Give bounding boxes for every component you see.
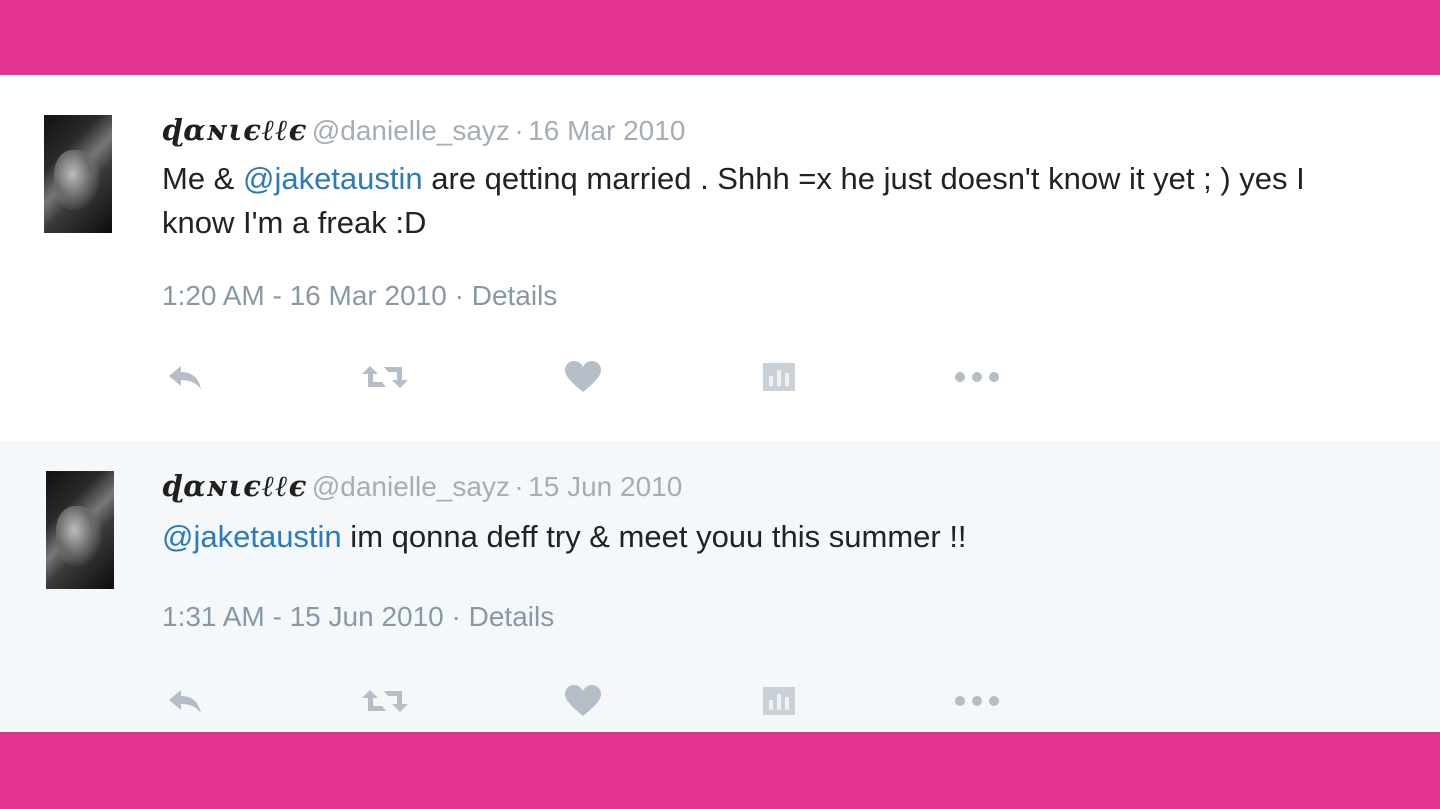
avatar[interactable] <box>46 471 114 589</box>
like-button[interactable] <box>560 681 606 721</box>
separator: · <box>454 280 464 311</box>
timestamp: 1:20 AM - 16 Mar 2010 <box>162 280 447 311</box>
like-icon <box>563 684 603 718</box>
top-border <box>0 0 1440 75</box>
separator: · <box>451 601 461 632</box>
mention-link[interactable]: @jaketaustin <box>243 161 423 196</box>
analytics-icon <box>762 686 796 716</box>
analytics-button[interactable] <box>756 357 802 397</box>
tweet-meta: 1:31 AM - 15 Jun 2010 · Details <box>162 601 554 633</box>
display-name[interactable]: ɖαɴιєℓℓє <box>162 113 307 147</box>
bottom-border <box>0 732 1440 809</box>
more-button[interactable] <box>954 357 1000 397</box>
more-icon <box>953 370 1001 384</box>
retweet-icon <box>360 362 410 392</box>
separator: · <box>514 471 524 502</box>
text-part: im qonna deff try & meet youu this summe… <box>341 519 967 554</box>
retweet-button[interactable] <box>362 681 408 721</box>
analytics-button[interactable] <box>756 681 802 721</box>
avatar[interactable] <box>44 115 112 233</box>
user-handle[interactable]: @danielle_sayz <box>312 115 510 146</box>
tweet-date[interactable]: 16 Mar 2010 <box>528 115 685 146</box>
user-handle[interactable]: @danielle_sayz <box>312 471 510 502</box>
display-name[interactable]: ɖαɴιєℓℓє <box>162 469 307 503</box>
reply-button[interactable] <box>162 681 208 721</box>
details-link[interactable]: Details <box>472 280 558 311</box>
tweet-date[interactable]: 15 Jun 2010 <box>528 471 682 502</box>
timestamp: 1:31 AM - 15 Jun 2010 <box>162 601 444 632</box>
like-icon <box>563 360 603 394</box>
retweet-icon <box>360 686 410 716</box>
reply-icon <box>165 362 205 392</box>
tweet-1: ɖαɴιєℓℓє @danielle_sayz · 16 Mar 2010 Me… <box>0 75 1440 441</box>
text-part: Me & <box>162 161 243 196</box>
tweet-actions <box>162 681 1062 721</box>
like-button[interactable] <box>560 357 606 397</box>
mention-link[interactable]: @jaketaustin <box>162 519 342 554</box>
more-icon <box>953 694 1001 708</box>
tweet-actions <box>162 357 1062 397</box>
details-link[interactable]: Details <box>469 601 555 632</box>
tweet-2: ɖαɴιєℓℓє @danielle_sayz · 15 Jun 2010 @j… <box>0 441 1440 732</box>
reply-icon <box>165 686 205 716</box>
tweet-meta: 1:20 AM - 16 Mar 2010 · Details <box>162 280 557 312</box>
retweet-button[interactable] <box>362 357 408 397</box>
tweet-header: ɖαɴιєℓℓє @danielle_sayz · 16 Mar 2010 <box>162 113 685 148</box>
tweet-text: Me & @jaketaustin are qettinq married . … <box>162 157 1382 245</box>
reply-button[interactable] <box>162 357 208 397</box>
separator: · <box>514 115 524 146</box>
tweet-text: @jaketaustin im qonna deff try & meet yo… <box>162 515 1382 559</box>
analytics-icon <box>762 362 796 392</box>
more-button[interactable] <box>954 681 1000 721</box>
tweet-header: ɖαɴιєℓℓє @danielle_sayz · 15 Jun 2010 <box>162 469 682 504</box>
